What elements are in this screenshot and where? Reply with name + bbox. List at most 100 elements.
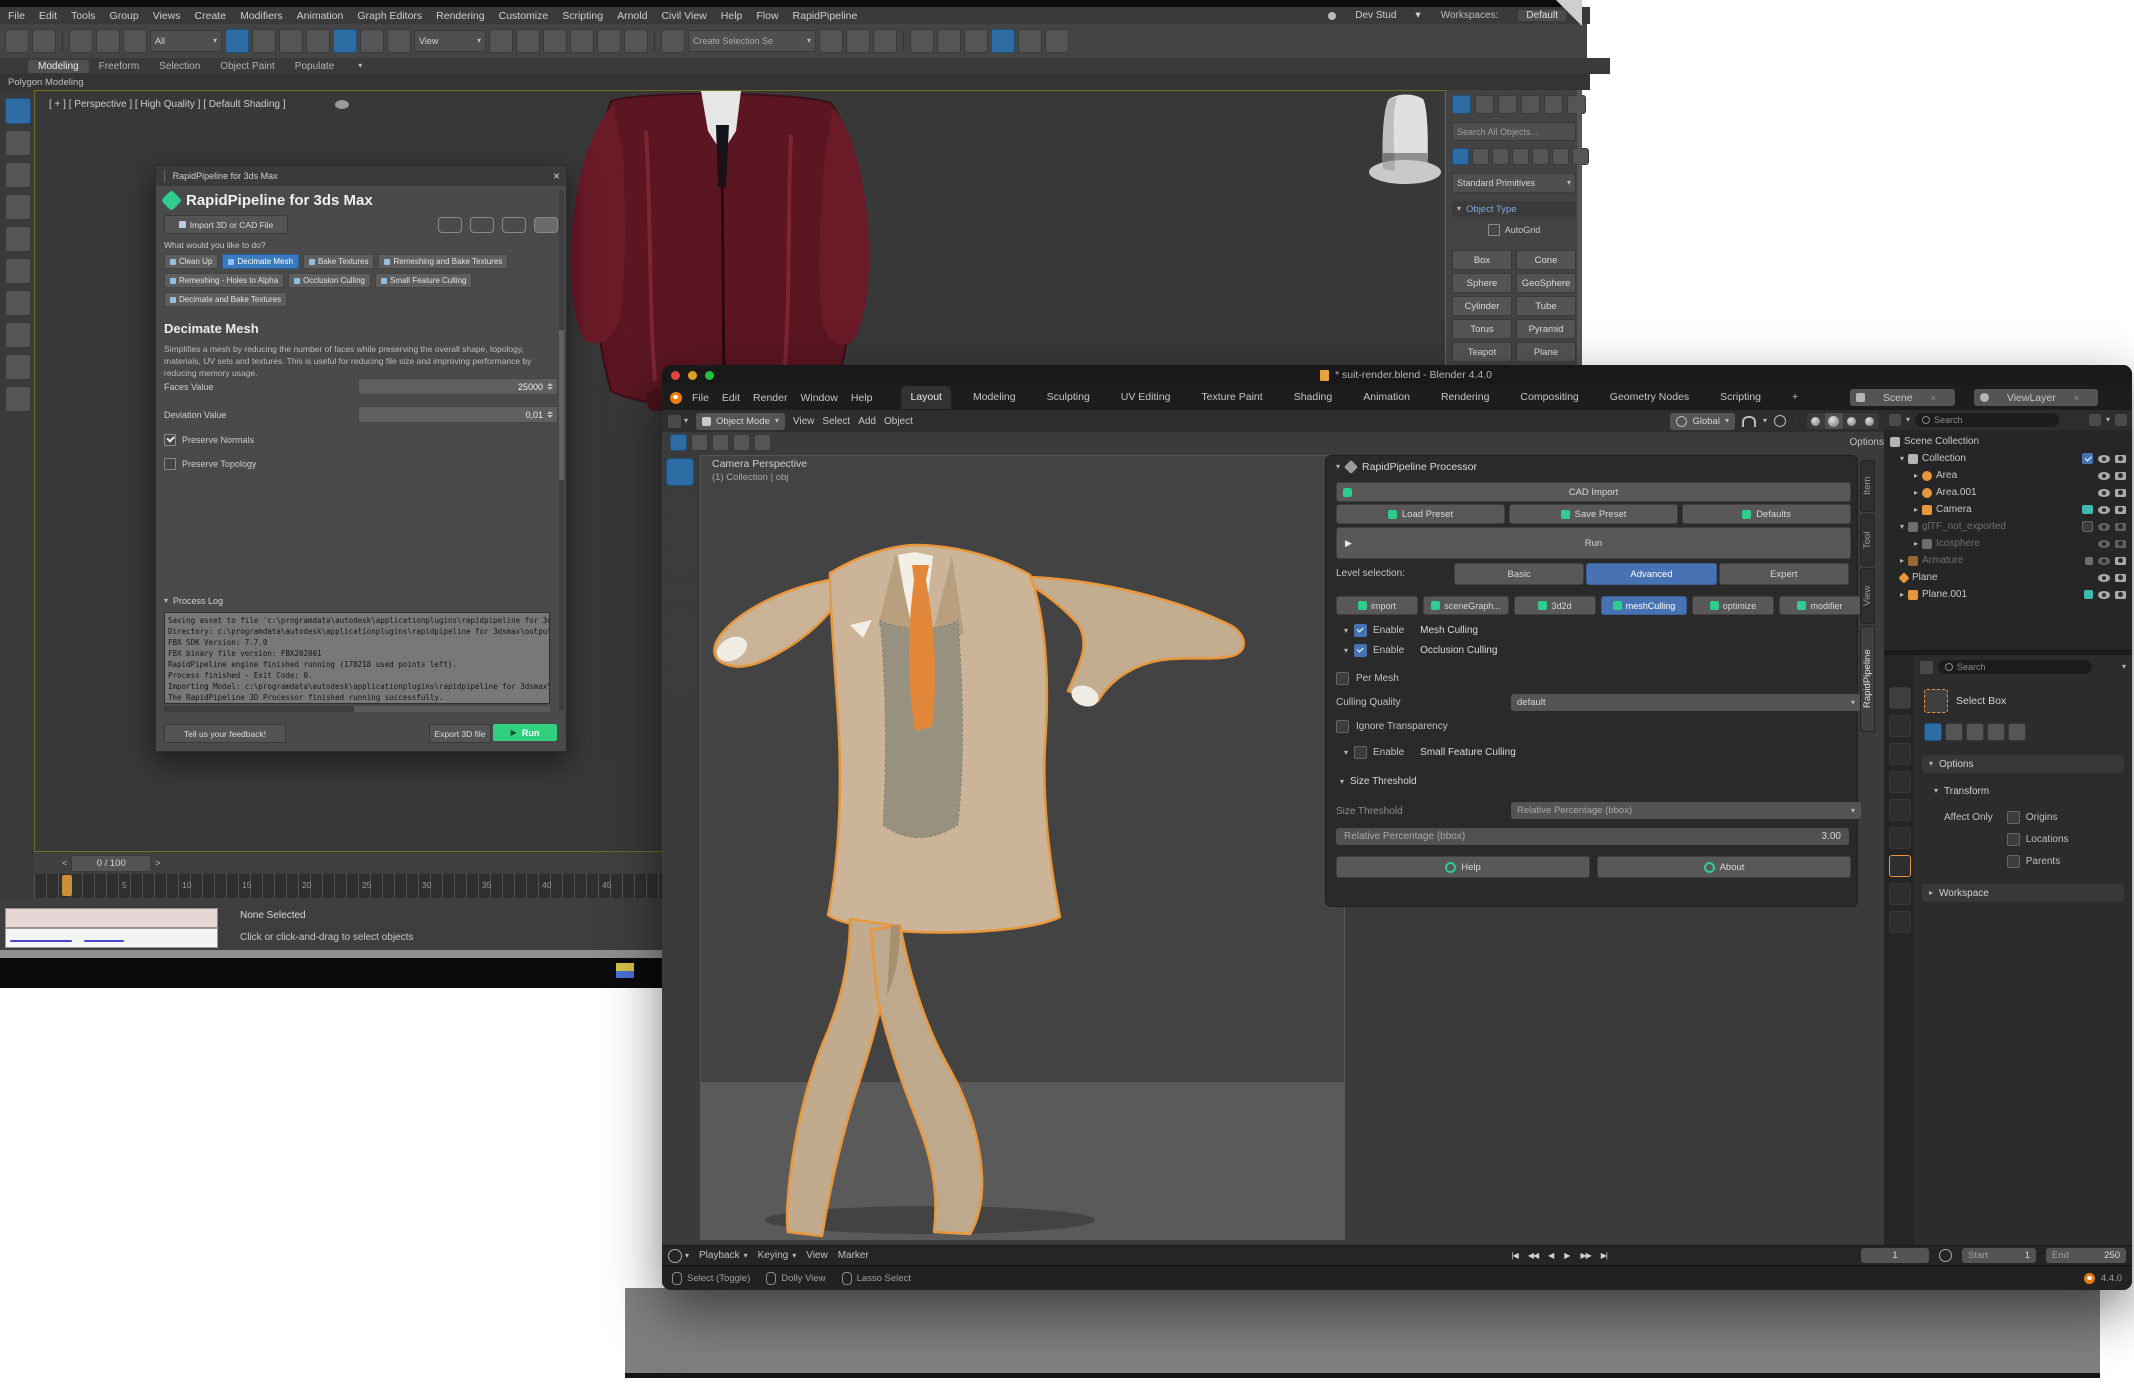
expand-icon[interactable]: ▾ <box>1900 455 1904 463</box>
workspace-section-header[interactable]: ▸ Workspace <box>1922 884 2124 902</box>
info-icon[interactable] <box>470 217 494 233</box>
menu-group[interactable]: Group <box>110 10 139 22</box>
render-camera-icon[interactable] <box>2115 557 2126 565</box>
use-center-icon[interactable] <box>489 29 513 53</box>
small-feature-culling-button[interactable]: Small Feature Culling <box>375 273 472 288</box>
viewport-layout-icon[interactable] <box>5 98 31 124</box>
locations-checkbox[interactable] <box>2007 833 2020 846</box>
schematic-view-icon[interactable] <box>937 29 961 53</box>
chevron-down-icon[interactable]: ▾ <box>1906 416 1910 424</box>
output-properties-tab-icon[interactable] <box>1889 743 1911 765</box>
exclude-checkbox[interactable] <box>2082 521 2093 532</box>
scene-explorer-icon[interactable] <box>5 130 31 156</box>
remeshing-and-bake-button[interactable]: Remeshing and Bake Textures <box>378 254 508 269</box>
active-workspace-icon[interactable] <box>670 434 687 451</box>
hide-eye-icon[interactable] <box>2098 506 2110 514</box>
blender-logo-icon[interactable] <box>670 392 682 404</box>
menu-flow[interactable]: Flow <box>756 10 778 22</box>
object-properties-tab-icon[interactable] <box>1889 855 1911 877</box>
layer-explorer-icon[interactable] <box>5 162 31 188</box>
tool-variant-icon[interactable] <box>1924 723 1942 741</box>
deviation-value-field[interactable]: 0,01 <box>358 406 558 423</box>
tool-variant-icon[interactable] <box>1966 723 1984 741</box>
menu-file[interactable]: File <box>8 10 25 22</box>
shading-rendered-button[interactable] <box>1861 413 1879 429</box>
key-icon[interactable] <box>534 217 558 233</box>
filter-icon[interactable] <box>2089 414 2101 426</box>
relative-percentage-slider[interactable]: Relative Percentage (bbox) 3.00 <box>1336 828 1849 845</box>
menu-modifiers[interactable]: Modifiers <box>240 10 283 22</box>
help-panel-icon[interactable] <box>5 386 31 412</box>
annotate-tool-icon[interactable] <box>666 638 694 666</box>
snap-options-icon[interactable]: ▾ <box>1763 417 1767 425</box>
dialog-titlebar[interactable]: │ RapidPipeline for 3ds Max × <box>156 166 566 186</box>
torus-button[interactable]: Torus <box>1452 319 1512 339</box>
menu-graph-editors[interactable]: Graph Editors <box>357 10 422 22</box>
scene-properties-tab-icon[interactable] <box>1889 799 1911 821</box>
expand-icon[interactable]: ▸ <box>1900 557 1904 565</box>
ribbon-tab-object-paint[interactable]: Object Paint <box>210 60 284 73</box>
outliner-row-camera[interactable]: ▸ Camera <box>1890 501 2130 518</box>
level-advanced-button[interactable]: Advanced <box>1586 563 1716 585</box>
level-expert-button[interactable]: Expert <box>1719 563 1849 585</box>
menu-render[interactable]: Render <box>753 392 787 404</box>
select-and-move-icon[interactable] <box>333 29 357 53</box>
measure-tool-icon[interactable] <box>666 668 694 696</box>
geometry-icon[interactable] <box>1452 148 1469 165</box>
npanel-header[interactable]: ▾ RapidPipeline Processor <box>1326 456 1857 473</box>
render-camera-icon[interactable] <box>2115 489 2126 497</box>
expand-icon[interactable]: ▸ <box>1914 506 1918 514</box>
tab-modifier[interactable]: modifier <box>1779 596 1861 615</box>
expand-icon[interactable]: ▸ <box>1914 472 1918 480</box>
teapot-button[interactable]: Teapot <box>1452 342 1512 362</box>
timeline-view-menu[interactable]: View <box>806 1250 828 1261</box>
expand-icon[interactable]: ▸ <box>1914 540 1918 548</box>
properties-nav-icon[interactable] <box>1920 661 1933 674</box>
export-3d-file-button[interactable]: Export 3D file <box>429 724 491 743</box>
spinner-icon[interactable] <box>547 411 553 418</box>
enable-occlusion-checkbox[interactable] <box>1354 644 1367 657</box>
minimize-traffic-light[interactable] <box>688 371 697 380</box>
rectangular-selection-icon[interactable] <box>279 29 303 53</box>
tab-geometry-nodes[interactable]: Geometry Nodes <box>1601 386 1698 409</box>
remeshing-holes-button[interactable]: Remeshing - Holes to Alpha <box>164 273 284 288</box>
tab-scripting[interactable]: Scripting <box>1711 386 1770 409</box>
modify-tab-icon[interactable] <box>1475 95 1494 114</box>
select-and-rotate-icon[interactable] <box>360 29 384 53</box>
web-icon[interactable] <box>502 217 526 233</box>
exclude-checkbox[interactable] <box>2082 453 2093 464</box>
layer-manager-icon[interactable] <box>873 29 897 53</box>
play-button[interactable]: ▶ <box>1560 1249 1574 1262</box>
keying-menu[interactable]: Keying▾ <box>758 1250 797 1261</box>
spinner-icon[interactable] <box>547 383 553 390</box>
level-basic-button[interactable]: Basic <box>1454 563 1584 585</box>
ntab-tool[interactable]: Tool <box>1860 514 1875 566</box>
percent-snap-icon[interactable] <box>597 29 621 53</box>
size-threshold-section[interactable]: ▾ Size Threshold <box>1340 776 1417 787</box>
render-camera-icon[interactable] <box>2115 506 2126 514</box>
tab-layout[interactable]: Layout <box>901 386 951 409</box>
select-by-name-icon[interactable] <box>252 29 276 53</box>
timeline-marker-menu[interactable]: Marker <box>838 1250 869 1261</box>
transform-section-header[interactable]: ▾ Transform <box>1934 783 2124 799</box>
render-camera-icon[interactable] <box>2115 472 2126 480</box>
tab-animation[interactable]: Animation <box>1354 386 1419 409</box>
tab-import[interactable]: import <box>1336 596 1418 615</box>
save-preset-button[interactable]: Save Preset <box>1509 504 1678 524</box>
tab-texture-paint[interactable]: Texture Paint <box>1192 386 1271 409</box>
hide-eye-icon[interactable] <box>2098 591 2110 599</box>
render-camera-icon[interactable] <box>2115 540 2126 548</box>
shapes-icon[interactable] <box>1472 148 1489 165</box>
tab-meshculling[interactable]: meshCulling <box>1601 596 1687 615</box>
timeline-editor-type-button[interactable]: ▾ <box>668 1249 689 1263</box>
options-section-header[interactable]: ▾ Options <box>1922 755 2124 773</box>
outliner-row-scene-collection[interactable]: Scene Collection <box>1890 433 2130 450</box>
expand-icon[interactable]: ▾ <box>1900 523 1904 531</box>
menu-help[interactable]: Help <box>851 392 873 404</box>
move-tool-icon[interactable] <box>666 518 694 546</box>
play-reverse-button[interactable]: ◀ <box>1544 1249 1558 1262</box>
outliner-row-icosphere[interactable]: ▸ Icosphere <box>1890 535 2130 552</box>
viewport-label[interactable]: [ + ] [ Perspective ] [ High Quality ] [… <box>49 99 286 110</box>
tab-rendering[interactable]: Rendering <box>1432 386 1498 409</box>
ntab-rapidpipeline[interactable]: RapidPipeline <box>1860 626 1875 732</box>
